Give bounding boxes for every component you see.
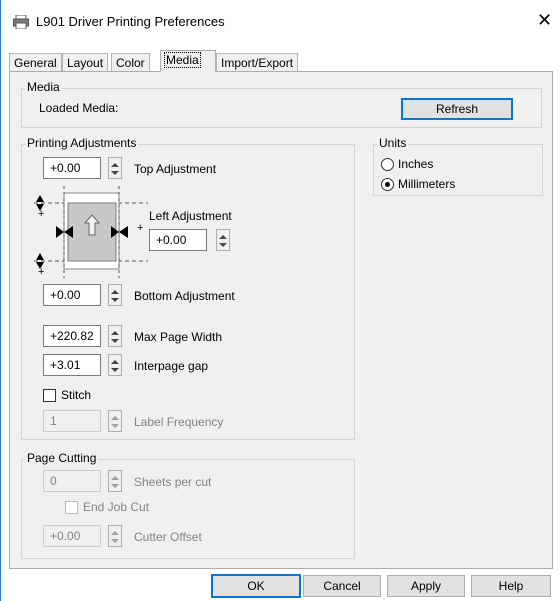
left-adjustment-spinner[interactable]: [216, 229, 230, 251]
bottom-adjustment-label: Bottom Adjustment: [134, 289, 235, 303]
window-title: L901 Driver Printing Preferences: [36, 14, 225, 29]
tab-media-label: Media: [164, 52, 201, 68]
sheets-per-cut-label: Sheets per cut: [134, 475, 212, 489]
tab-layout[interactable]: Layout: [62, 53, 109, 71]
tab-general[interactable]: General: [9, 53, 62, 71]
millimeters-radio[interactable]: [381, 178, 394, 191]
interpage-gap-input[interactable]: +3.01: [43, 354, 101, 376]
media-group-label: Media: [25, 80, 62, 94]
left-adjustment-label: Left Adjustment: [149, 209, 232, 223]
label-frequency-spinner[interactable]: [108, 410, 122, 432]
max-page-width-spinner[interactable]: [108, 325, 122, 347]
dialog-window: L901 Driver Printing Preferences ✕ Gener…: [0, 0, 560, 601]
stitch-checkbox[interactable]: [43, 389, 56, 402]
tab-import-export-label: Import/Export: [221, 56, 294, 70]
bottom-adjustment-spinner[interactable]: [108, 284, 122, 306]
tab-media[interactable]: Media: [160, 50, 216, 72]
tab-color-label: Color: [116, 56, 145, 70]
left-plus-sign: +: [137, 222, 144, 234]
label-frequency-input[interactable]: 1: [43, 410, 101, 432]
page-diagram: [34, 186, 148, 278]
tab-color[interactable]: Color: [111, 53, 150, 71]
millimeters-label: Millimeters: [398, 177, 456, 191]
sheets-per-cut-input[interactable]: 0: [43, 470, 101, 492]
top-plus-sign: +: [38, 208, 45, 220]
apply-button[interactable]: Apply: [387, 575, 465, 597]
interpage-gap-label: Interpage gap: [134, 359, 209, 373]
refresh-button[interactable]: Refresh: [401, 98, 513, 120]
left-adjustment-input[interactable]: +0.00: [149, 229, 207, 251]
max-page-width-input[interactable]: +220.82: [43, 325, 101, 347]
tab-layout-label: Layout: [67, 56, 104, 70]
close-icon[interactable]: ✕: [537, 10, 552, 30]
bottom-plus-sign: +: [38, 266, 45, 278]
max-page-width-label: Max Page Width: [134, 330, 223, 344]
cutter-offset-label: Cutter Offset: [134, 530, 202, 544]
top-adjustment-input[interactable]: +0.00: [43, 157, 101, 179]
end-job-cut-label: End Job Cut: [83, 500, 150, 514]
bottom-adjustment-input[interactable]: +0.00: [43, 284, 101, 306]
interpage-gap-spinner[interactable]: [108, 354, 122, 376]
loaded-media-label: Loaded Media:: [39, 101, 119, 115]
printing-adjustments-label: Printing Adjustments: [25, 136, 139, 150]
tab-general-label: General: [14, 56, 57, 70]
inches-radio[interactable]: [381, 158, 394, 171]
label-frequency-label: Label Frequency: [134, 415, 224, 429]
top-adjustment-spinner[interactable]: [108, 157, 122, 179]
stitch-label: Stitch: [61, 388, 92, 402]
inches-label: Inches: [398, 157, 434, 171]
help-button[interactable]: Help: [471, 575, 551, 597]
page-cutting-label: Page Cutting: [25, 451, 99, 465]
cancel-button[interactable]: Cancel: [303, 575, 381, 597]
sheets-per-cut-spinner[interactable]: [108, 470, 122, 492]
cutter-offset-spinner[interactable]: [108, 525, 122, 547]
ok-button[interactable]: OK: [211, 574, 301, 598]
top-adjustment-label: Top Adjustment: [134, 162, 217, 176]
printer-icon: [13, 15, 29, 29]
end-job-cut-checkbox[interactable]: [65, 501, 78, 514]
tab-import-export[interactable]: Import/Export: [216, 53, 299, 71]
units-group-label: Units: [377, 136, 409, 150]
cutter-offset-input[interactable]: +0.00: [43, 525, 101, 547]
